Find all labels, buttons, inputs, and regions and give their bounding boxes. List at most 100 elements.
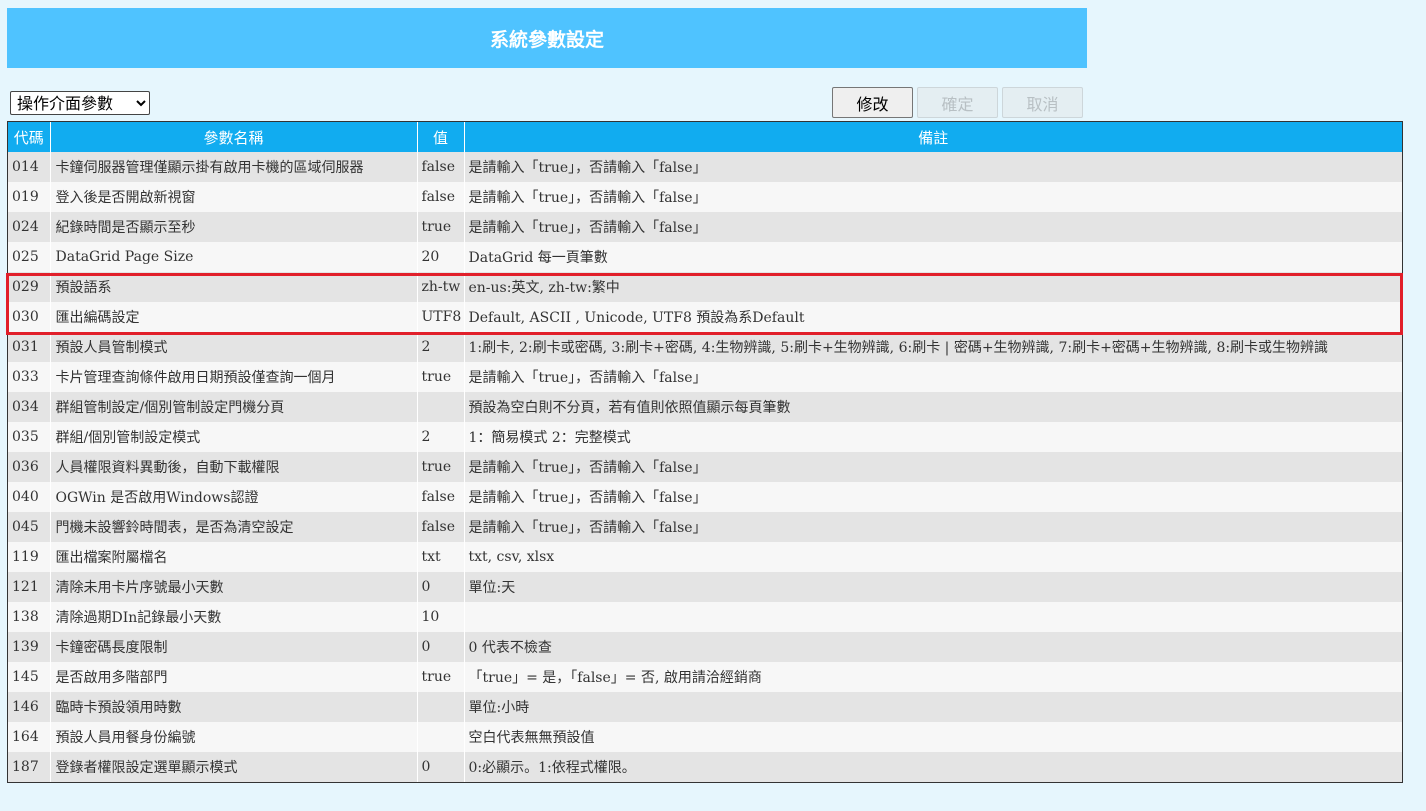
row-note: 是請輸入「true」，否請輸入「false」 — [464, 452, 1402, 482]
table-row[interactable]: 138 清除過期DIn記錄最小天數 10 — [8, 602, 1402, 632]
row-code: 164 — [8, 722, 51, 752]
table-row[interactable]: 031 預設人員管制模式 2 1:刷卡, 2:刷卡或密碼, 3:刷卡+密碼, 4:生物… — [8, 332, 1402, 362]
row-value: 20 — [417, 242, 465, 272]
row-code: 031 — [8, 332, 51, 362]
edit-button[interactable]: 修改 — [832, 87, 913, 118]
row-name: 預設人員管制模式 — [50, 332, 418, 362]
row-name: 卡鐘伺服器管理僅顯示掛有啟用卡機的區域伺服器 — [50, 152, 418, 182]
table-row[interactable]: 025 DataGrid Page Size 20 DataGrid 每一頁筆數 — [8, 242, 1402, 272]
row-name: 卡片管理查詢條件啟用日期預設僅查詢一個月 — [50, 362, 418, 392]
table-row[interactable]: 035 群組/個別管制設定模式 2 1：簡易模式 2：完整模式 — [8, 422, 1402, 452]
parameter-table: 代碼 參數名稱 值 備註 014 卡鐘伺服器管理僅顯示掛有啟用卡機的區域伺服器 fa… — [8, 122, 1402, 782]
row-code: 024 — [8, 212, 51, 242]
cancel-button[interactable]: 取消 — [1002, 87, 1083, 118]
table-row[interactable]: 036 人員權限資料異動後，自動下載權限 true 是請輸入「true」，否請輸入「f… — [8, 452, 1402, 482]
table-row[interactable]: 121 清除未用卡片序號最小天數 0 單位:天 — [8, 572, 1402, 602]
parameter-table-container: 代碼 參數名稱 值 備註 014 卡鐘伺服器管理僅顯示掛有啟用卡機的區域伺服器 fa… — [7, 121, 1403, 783]
row-code: 139 — [8, 632, 51, 662]
row-note: 1:刷卡, 2:刷卡或密碼, 3:刷卡+密碼, 4:生物辨識, 5:刷卡+生物辨… — [464, 332, 1402, 362]
row-value: true — [417, 662, 465, 692]
row-value: false — [417, 182, 465, 212]
row-value: true — [417, 452, 465, 482]
row-code: 187 — [8, 752, 51, 782]
row-code: 146 — [8, 692, 51, 722]
row-note: 1：簡易模式 2：完整模式 — [464, 422, 1402, 452]
header-code[interactable]: 代碼 — [8, 122, 51, 152]
table-row[interactable]: 164 預設人員用餐身份編號 空白代表無無預設值 — [8, 722, 1402, 752]
row-value: false — [417, 482, 465, 512]
table-row[interactable]: 019 登入後是否開啟新視窗 false 是請輸入「true」，否請輸入「false」 — [8, 182, 1402, 212]
header-name[interactable]: 參數名稱 — [50, 122, 418, 152]
header-value[interactable]: 值 — [417, 122, 465, 152]
confirm-button[interactable]: 確定 — [917, 87, 998, 118]
row-code: 035 — [8, 422, 51, 452]
table-row[interactable]: 145 是否啟用多階部門 true 「true」= 是，「false」= 否, 啟用請… — [8, 662, 1402, 692]
row-name: 清除過期DIn記錄最小天數 — [50, 602, 418, 632]
row-value: 10 — [417, 602, 465, 632]
row-note: 單位:天 — [464, 572, 1402, 602]
header-note[interactable]: 備註 — [464, 122, 1402, 152]
row-name: 清除未用卡片序號最小天數 — [50, 572, 418, 602]
row-value: txt — [417, 542, 465, 572]
table-header-row: 代碼 參數名稱 值 備註 — [8, 122, 1402, 152]
table-row[interactable]: 187 登錄者權限設定選單顯示模式 0 0:必顯示。1:依程式權限。 — [8, 752, 1402, 782]
row-name: 預設人員用餐身份編號 — [50, 722, 418, 752]
table-row[interactable]: 045 門機未設響鈴時間表，是否為清空設定 false 是請輸入「true」，否請輸入… — [8, 512, 1402, 542]
row-code: 040 — [8, 482, 51, 512]
row-code: 145 — [8, 662, 51, 692]
row-value: UTF8 — [417, 302, 465, 332]
row-value: 0 — [417, 632, 465, 662]
row-note: 0:必顯示。1:依程式權限。 — [464, 752, 1402, 782]
row-code: 036 — [8, 452, 51, 482]
row-note: 是請輸入「true」，否請輸入「false」 — [464, 212, 1402, 242]
row-name: 卡鐘密碼長度限制 — [50, 632, 418, 662]
row-value: 2 — [417, 332, 465, 362]
table-row[interactable]: 029 預設語系 zh-tw en-us:英文, zh-tw:繁中 — [8, 272, 1402, 302]
row-code: 034 — [8, 392, 51, 422]
row-name: 是否啟用多階部門 — [50, 662, 418, 692]
table-row[interactable]: 014 卡鐘伺服器管理僅顯示掛有啟用卡機的區域伺服器 false 是請輸入「true」… — [8, 152, 1402, 182]
row-note: DataGrid 每一頁筆數 — [464, 242, 1402, 272]
table-row[interactable]: 119 匯出檔案附屬檔名 txt txt, csv, xlsx — [8, 542, 1402, 572]
row-note: 預設為空白則不分頁，若有值則依照值顯示每頁筆數 — [464, 392, 1402, 422]
row-name: 紀錄時間是否顯示至秒 — [50, 212, 418, 242]
row-name: 預設語系 — [50, 272, 418, 302]
row-note: 是請輸入「true」，否請輸入「false」 — [464, 152, 1402, 182]
row-value: zh-tw — [417, 272, 465, 302]
table-body: 014 卡鐘伺服器管理僅顯示掛有啟用卡機的區域伺服器 false 是請輸入「true」… — [8, 152, 1402, 782]
row-note: Default, ASCII , Unicode, UTF8 預設為系Defau… — [464, 302, 1402, 332]
row-code: 014 — [8, 152, 51, 182]
table-row[interactable]: 139 卡鐘密碼長度限制 0 0 代表不檢查 — [8, 632, 1402, 662]
row-name: OGWin 是否啟用Windows認證 — [50, 482, 418, 512]
row-note: 是請輸入「true」，否請輸入「false」 — [464, 182, 1402, 212]
table-row[interactable]: 040 OGWin 是否啟用Windows認證 false 是請輸入「true」，否請… — [8, 482, 1402, 512]
row-note: 是請輸入「true」，否請輸入「false」 — [464, 512, 1402, 542]
row-value: 0 — [417, 572, 465, 602]
table-row[interactable]: 033 卡片管理查詢條件啟用日期預設僅查詢一個月 true 是請輸入「true」，否請… — [8, 362, 1402, 392]
row-value: 2 — [417, 422, 465, 452]
row-name: 匯出檔案附屬檔名 — [50, 542, 418, 572]
row-note: 是請輸入「true」，否請輸入「false」 — [464, 482, 1402, 512]
row-value: 0 — [417, 752, 465, 782]
row-code: 025 — [8, 242, 51, 272]
row-note: 是請輸入「true」，否請輸入「false」 — [464, 362, 1402, 392]
row-name: DataGrid Page Size — [50, 242, 418, 272]
row-value: false — [417, 152, 465, 182]
table-row[interactable]: 024 紀錄時間是否顯示至秒 true 是請輸入「true」，否請輸入「false」 — [8, 212, 1402, 242]
page-title: 系統參數設定 — [7, 8, 1087, 68]
table-row[interactable]: 146 臨時卡預設領用時數 單位:小時 — [8, 692, 1402, 722]
row-name: 登錄者權限設定選單顯示模式 — [50, 752, 418, 782]
row-name: 匯出編碼設定 — [50, 302, 418, 332]
row-code: 019 — [8, 182, 51, 212]
row-value: false — [417, 512, 465, 542]
table-row[interactable]: 030 匯出編碼設定 UTF8 Default, ASCII , Unicode, U… — [8, 302, 1402, 332]
row-name: 門機未設響鈴時間表，是否為清空設定 — [50, 512, 418, 542]
row-note: 單位:小時 — [464, 692, 1402, 722]
row-code: 030 — [8, 302, 51, 332]
category-select[interactable]: 操作介面參數 — [10, 91, 150, 115]
row-value: true — [417, 212, 465, 242]
table-row[interactable]: 034 群組管制設定/個別管制設定門機分頁 預設為空白則不分頁，若有值則依照值顯示每… — [8, 392, 1402, 422]
row-name: 人員權限資料異動後，自動下載權限 — [50, 452, 418, 482]
row-code: 119 — [8, 542, 51, 572]
row-value: true — [417, 362, 465, 392]
